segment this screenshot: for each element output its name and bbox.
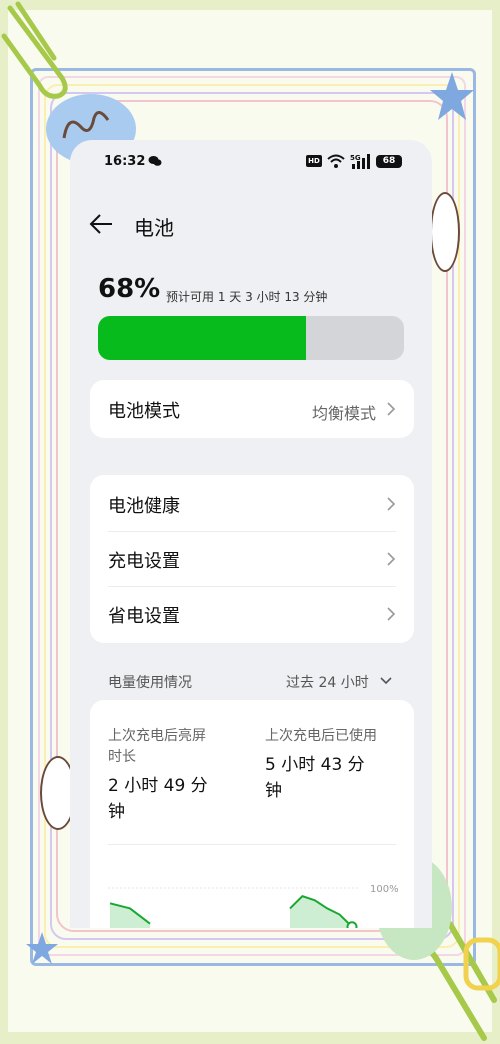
battery-mode-row[interactable]: 电池模式 均衡模式: [90, 382, 414, 436]
battery-usage-chart: 100%: [108, 884, 399, 928]
battery-health-label: 电池健康: [108, 496, 180, 517]
wifi-icon: [327, 154, 345, 168]
battery-mode-value: 均衡模式: [311, 404, 376, 423]
y-tick-label: 100%: [370, 884, 399, 895]
usage-section-title: 电量使用情况: [108, 675, 192, 691]
hd-badge: HD: [306, 155, 322, 167]
page-title: 电池: [134, 216, 174, 240]
phone-screen: 16:32 HD 5G 68 电池 68% 预计可用 1 天 3 小时 13 分…: [70, 140, 432, 928]
power-saving-row[interactable]: 省电设置: [90, 587, 414, 641]
chevron-right-icon: [387, 607, 396, 621]
usage-area: [110, 903, 150, 928]
signal-icon: 5G: [350, 154, 370, 169]
current-level-point: [346, 921, 358, 928]
app-header: 电池: [70, 202, 432, 246]
chevron-right-icon: [387, 497, 396, 511]
battery-level-fill: [98, 316, 307, 360]
flower-sticker: [430, 192, 460, 272]
chevron-right-icon: [387, 402, 396, 416]
charging-settings-label: 充电设置: [108, 551, 180, 572]
usage-card: 上次充电后亮屏 时长 2 小时 49 分 钟 上次充电后已使用 5 小时 43 …: [90, 700, 414, 928]
chevron-right-icon: [387, 552, 396, 566]
power-saving-label: 省电设置: [108, 606, 180, 627]
charging-settings-row[interactable]: 充电设置: [90, 532, 414, 586]
network-type-label: 5G: [350, 154, 361, 162]
wechat-icon: [148, 156, 162, 166]
battery-health-row[interactable]: 电池健康: [90, 477, 414, 531]
star-icon: [430, 72, 474, 120]
paperclip-icon: [1, 1, 68, 99]
battery-mode-card[interactable]: 电池模式 均衡模式: [90, 380, 414, 438]
battery-icon: 68: [376, 155, 402, 168]
settings-card: 电池健康 充电设置 省电设置: [90, 475, 414, 643]
battery-mode-label: 电池模式: [108, 401, 180, 422]
star-icon: [26, 932, 58, 964]
status-time: 16:32: [104, 154, 146, 169]
battery-level-bar: [98, 316, 404, 360]
usage-area: [290, 896, 352, 928]
squiggle-decoration: [62, 111, 110, 139]
back-arrow-icon[interactable]: [88, 212, 114, 236]
chevron-down-icon[interactable]: [380, 676, 392, 686]
status-bar: 16:32 HD 5G 68: [70, 140, 432, 184]
battery-percent: 68%: [98, 274, 161, 304]
usage-range-selector[interactable]: 过去 24 小时: [286, 672, 369, 692]
battery-estimate: 预计可用 1 天 3 小时 13 分钟: [166, 290, 328, 304]
